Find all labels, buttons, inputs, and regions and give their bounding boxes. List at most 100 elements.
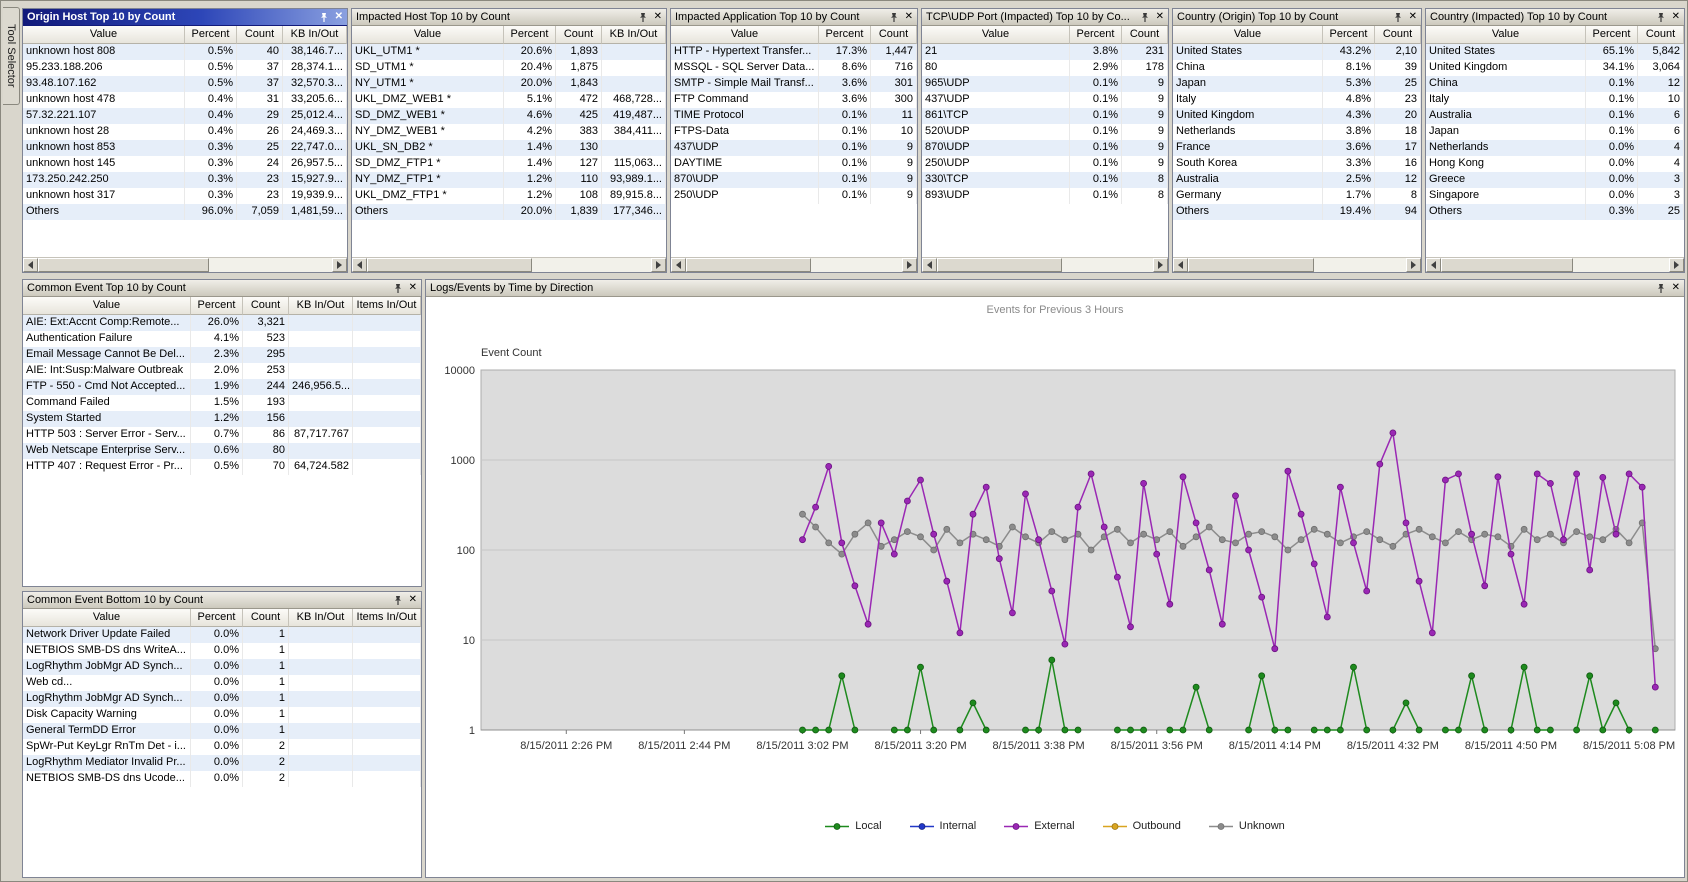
data-point-local[interactable] <box>957 727 963 733</box>
horizontal-scrollbar[interactable] <box>1173 257 1421 272</box>
table-row[interactable]: HTTP - Hypertext Transfer...17.3%1,447 <box>671 44 917 60</box>
panel-titlebar[interactable]: TCP\UDP Port (Impacted) Top 10 by Co... … <box>922 9 1168 26</box>
pin-icon[interactable] <box>1393 12 1403 23</box>
table-row[interactable]: DAYTIME0.1%9 <box>671 156 917 172</box>
horizontal-scrollbar[interactable] <box>922 257 1168 272</box>
table-row[interactable]: 57.32.221.1070.4%2925,012.4... <box>23 108 347 124</box>
data-point-external[interactable] <box>1613 531 1619 537</box>
data-point-unknown[interactable] <box>918 534 924 540</box>
data-point-unknown[interactable] <box>1088 547 1094 553</box>
data-point-external[interactable] <box>1547 480 1553 486</box>
panel-titlebar[interactable]: Logs/Events by Time by Direction ✕ <box>426 280 1684 297</box>
table-row[interactable]: unknown host 8530.3%2522,747.0... <box>23 140 347 156</box>
data-point-unknown[interactable] <box>1456 529 1462 535</box>
column-header-items-in-out[interactable]: Items In/Out <box>353 297 421 315</box>
scroll-right-icon[interactable] <box>902 258 917 272</box>
data-point-local[interactable] <box>1521 664 1527 670</box>
column-header-value[interactable]: Value <box>1173 26 1323 44</box>
data-point-local[interactable] <box>918 664 924 670</box>
pin-icon[interactable] <box>319 12 329 23</box>
close-icon[interactable]: ✕ <box>1671 283 1681 293</box>
column-header-count[interactable]: Count <box>237 26 283 44</box>
column-header-items-in-out[interactable]: Items In/Out <box>353 609 421 627</box>
data-point-local[interactable] <box>1114 727 1120 733</box>
data-point-unknown[interactable] <box>1062 537 1068 543</box>
scrollbar-thumb[interactable] <box>38 258 209 272</box>
scroll-right-icon[interactable] <box>1669 258 1684 272</box>
data-point-unknown[interactable] <box>1600 537 1606 543</box>
table-row[interactable]: Web cd...0.0%1 <box>23 675 421 691</box>
data-point-external[interactable] <box>1469 531 1475 537</box>
column-header-value[interactable]: Value <box>1426 26 1586 44</box>
table-row[interactable]: South Korea3.3%16 <box>1173 156 1421 172</box>
data-point-local[interactable] <box>1613 700 1619 706</box>
data-point-external[interactable] <box>1259 594 1265 600</box>
data-point-local[interactable] <box>1285 727 1291 733</box>
pin-icon[interactable] <box>1140 12 1150 23</box>
close-icon[interactable]: ✕ <box>408 283 418 293</box>
data-point-unknown[interactable] <box>1377 537 1383 543</box>
data-point-local[interactable] <box>1180 727 1186 733</box>
scrollbar-track[interactable] <box>38 258 332 272</box>
data-point-external[interactable] <box>891 551 897 557</box>
data-point-unknown[interactable] <box>1298 537 1304 543</box>
column-header-percent[interactable]: Percent <box>191 609 243 627</box>
data-point-unknown[interactable] <box>983 537 989 543</box>
data-point-external[interactable] <box>1482 583 1488 589</box>
table-row[interactable]: Command Failed1.5%193 <box>23 395 421 411</box>
table-row[interactable]: 437\UDP0.1%9 <box>671 140 917 156</box>
data-point-local[interactable] <box>826 727 832 733</box>
data-point-unknown[interactable] <box>865 520 871 526</box>
data-point-external[interactable] <box>918 477 924 483</box>
data-point-external[interactable] <box>852 583 858 589</box>
data-point-unknown[interactable] <box>813 524 819 530</box>
data-point-unknown[interactable] <box>1521 526 1527 532</box>
data-point-local[interactable] <box>1337 727 1343 733</box>
table-row[interactable]: Netherlands3.8%18 <box>1173 124 1421 140</box>
data-point-local[interactable] <box>1364 727 1370 733</box>
panel-titlebar[interactable]: Country (Origin) Top 10 by Count ✕ <box>1173 9 1421 26</box>
table-row[interactable]: Web Netscape Enterprise Serv...0.6%80 <box>23 443 421 459</box>
data-point-unknown[interactable] <box>1049 529 1055 535</box>
data-point-local[interactable] <box>1456 727 1462 733</box>
data-point-unknown[interactable] <box>1534 537 1540 543</box>
table-row[interactable]: 250\UDP0.1%9 <box>671 188 917 204</box>
scrollbar-thumb[interactable] <box>367 258 532 272</box>
data-point-unknown[interactable] <box>891 537 897 543</box>
table-row[interactable]: United States43.2%2,10 <box>1173 44 1421 60</box>
table-row[interactable]: 213.8%231 <box>922 44 1168 60</box>
column-header-kb-in-out[interactable]: KB In/Out <box>289 297 353 315</box>
table-row[interactable]: SpWr-Put KeyLgr RnTm Det - i...0.0%2 <box>23 739 421 755</box>
scrollbar-thumb[interactable] <box>686 258 811 272</box>
data-point-unknown[interactable] <box>1429 534 1435 540</box>
table-row[interactable]: UKL_SN_DB2 *1.4%130 <box>352 140 666 156</box>
scrollbar-thumb[interactable] <box>937 258 1062 272</box>
scrollbar-track[interactable] <box>1441 258 1669 272</box>
data-point-unknown[interactable] <box>1219 537 1225 543</box>
table-row[interactable]: 330\TCP0.1%8 <box>922 172 1168 188</box>
data-point-local[interactable] <box>970 700 976 706</box>
data-point-local[interactable] <box>800 727 806 733</box>
data-point-external[interactable] <box>983 484 989 490</box>
data-point-external[interactable] <box>1154 551 1160 557</box>
data-point-unknown[interactable] <box>944 526 950 532</box>
data-point-external[interactable] <box>1206 567 1212 573</box>
table-row[interactable]: 173.250.242.2500.3%2315,927.9... <box>23 172 347 188</box>
scrollbar-thumb[interactable] <box>1188 258 1314 272</box>
data-point-local[interactable] <box>813 727 819 733</box>
data-point-external[interactable] <box>1626 471 1632 477</box>
data-point-external[interactable] <box>1377 461 1383 467</box>
data-point-external[interactable] <box>1233 493 1239 499</box>
data-point-unknown[interactable] <box>826 540 832 546</box>
table-row[interactable]: AIE: Int:Susp:Malware Outbreak2.0%253 <box>23 363 421 379</box>
data-point-local[interactable] <box>1062 727 1068 733</box>
data-point-unknown[interactable] <box>1442 540 1448 546</box>
data-point-local[interactable] <box>1442 727 1448 733</box>
close-icon[interactable]: ✕ <box>1408 12 1418 22</box>
table-row[interactable]: UKL_UTM1 *20.6%1,893 <box>352 44 666 60</box>
scroll-right-icon[interactable] <box>1153 258 1168 272</box>
table-row[interactable]: unknown host 4780.4%3133,205.6... <box>23 92 347 108</box>
data-point-unknown[interactable] <box>1574 529 1580 535</box>
data-point-external[interactable] <box>1141 480 1147 486</box>
data-point-local[interactable] <box>1128 727 1134 733</box>
